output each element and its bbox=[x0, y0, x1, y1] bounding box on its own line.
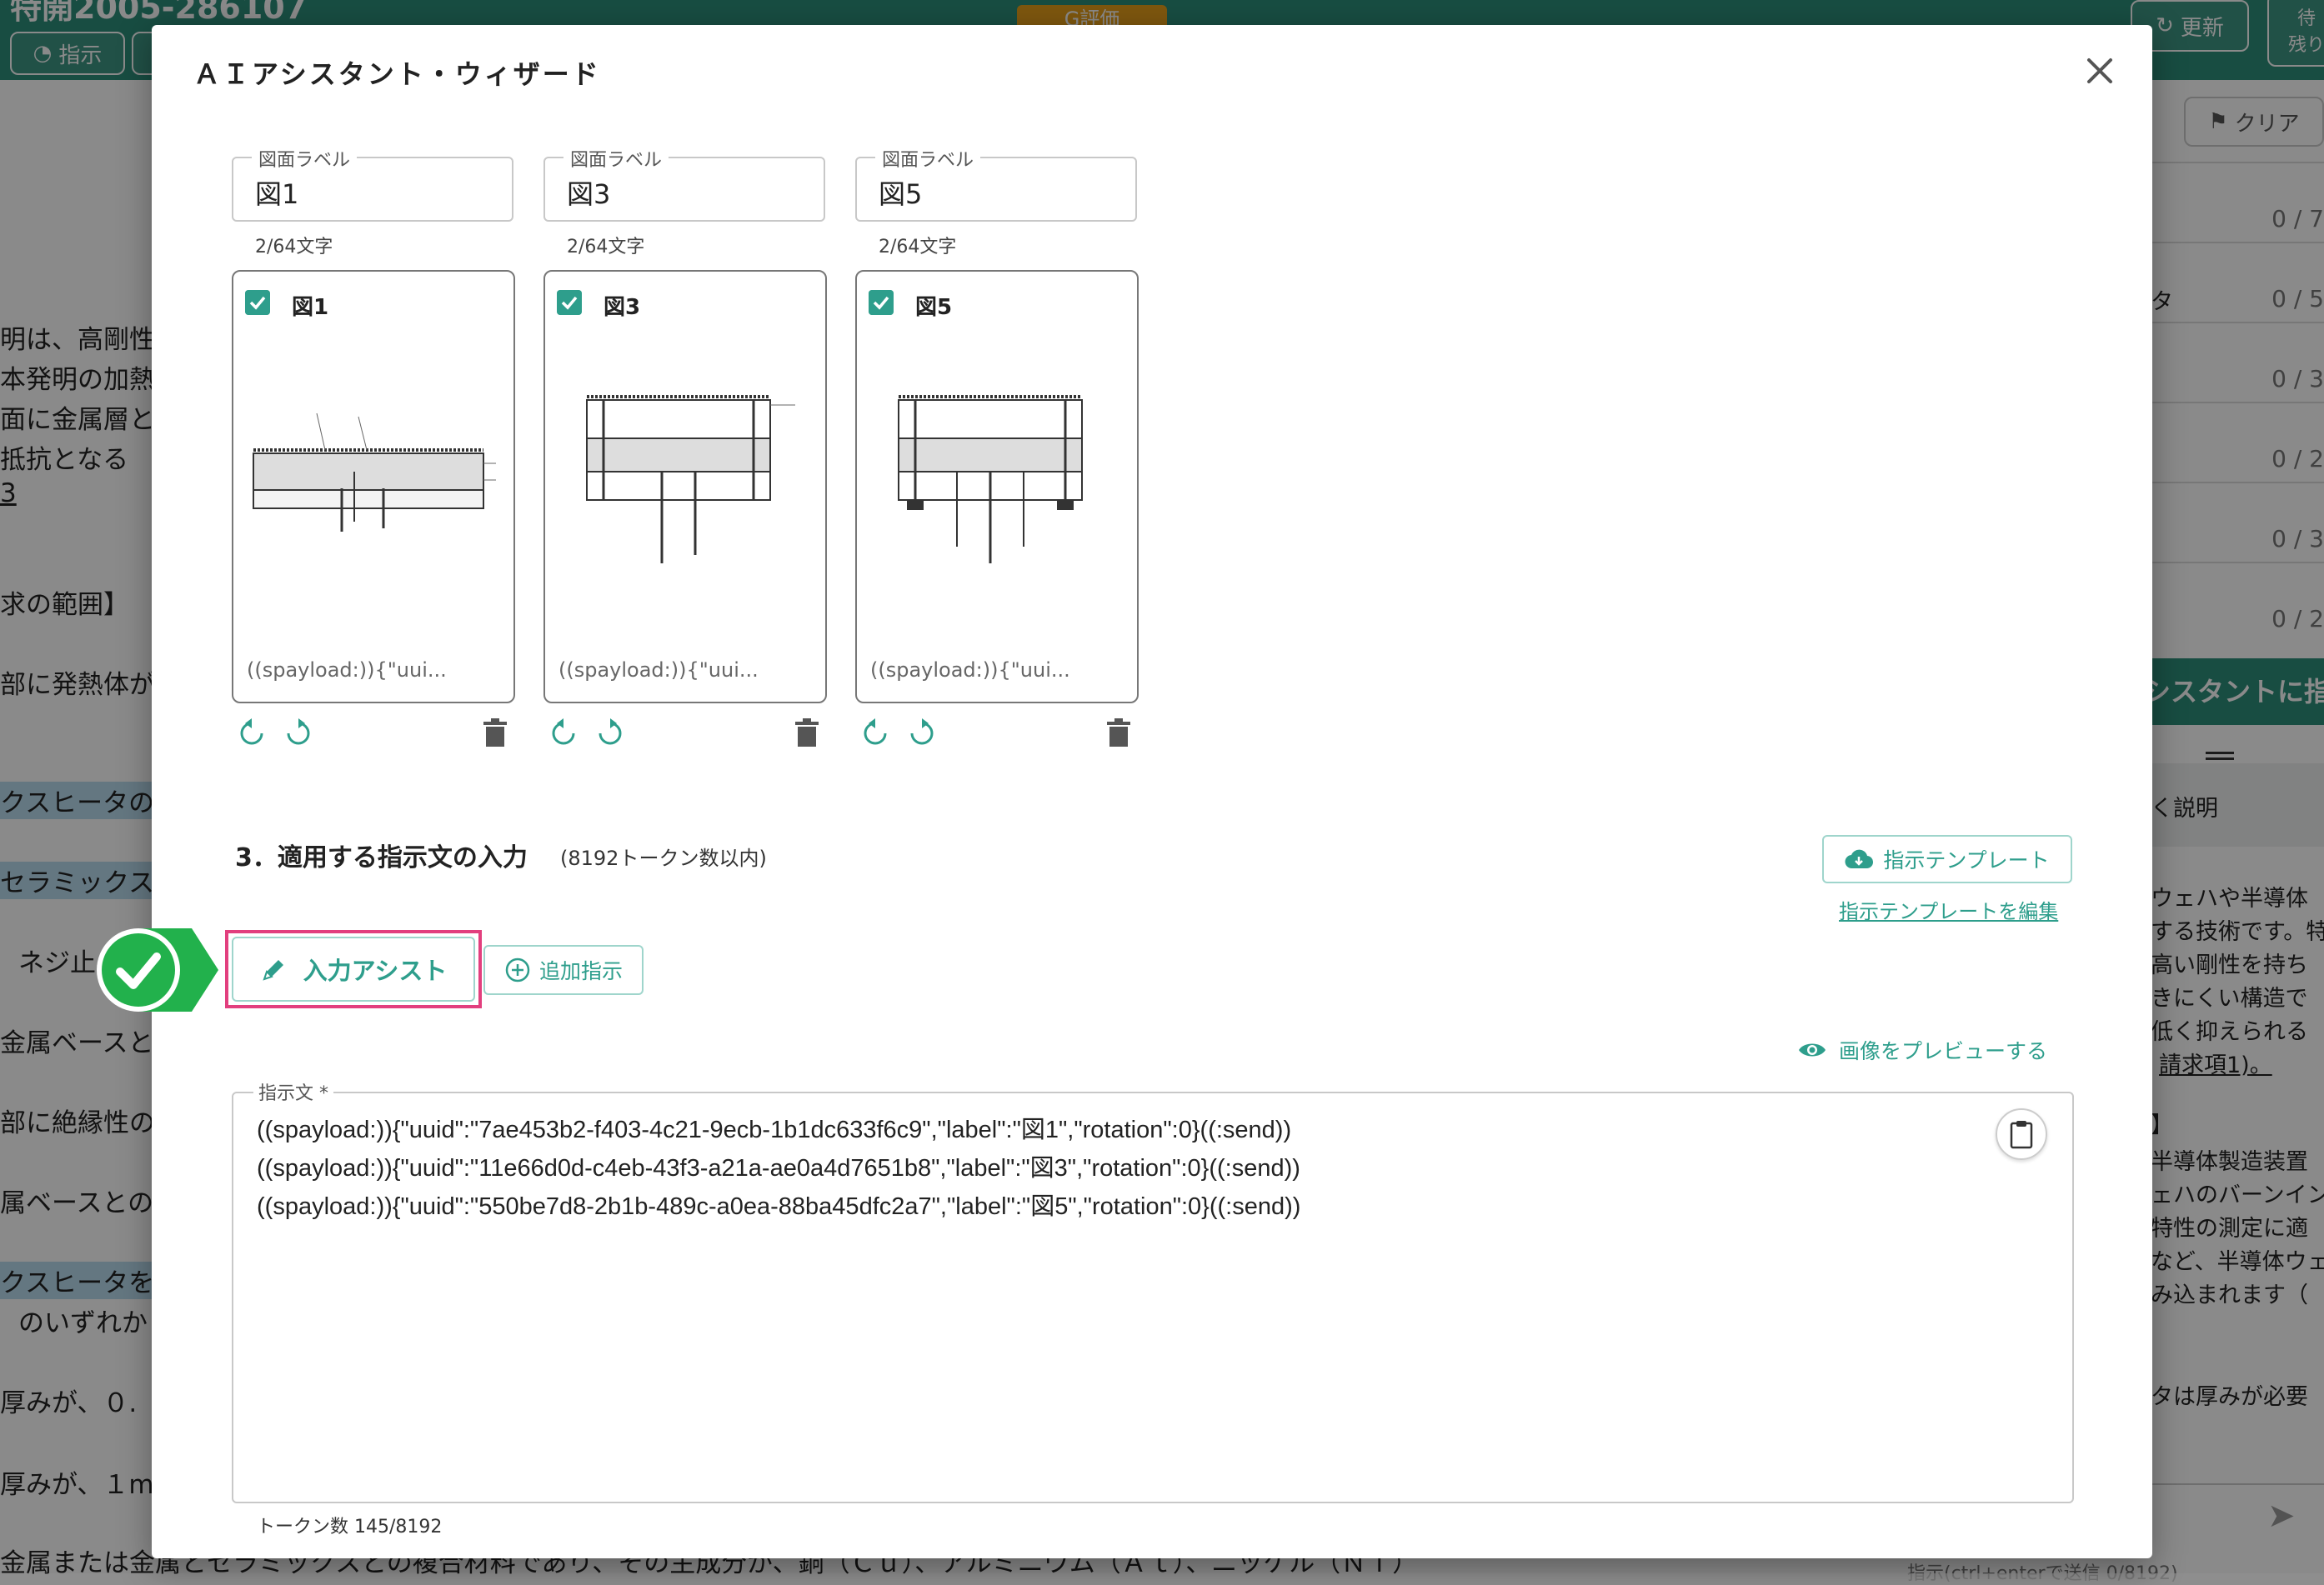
clipboard-icon bbox=[2010, 1121, 2033, 1149]
eye-icon bbox=[1799, 1043, 1826, 1057]
input-assist-button[interactable]: 入力アシスト bbox=[232, 937, 475, 1002]
edit-template-link[interactable]: 指示テンプレートを編集 bbox=[1839, 895, 2058, 924]
checkbox-checked-icon[interactable] bbox=[245, 290, 270, 315]
checkbox-checked-icon[interactable] bbox=[557, 290, 582, 315]
instruction-line: ((spayload:)){"uuid":"7ae453b2-f403-4c21… bbox=[257, 1117, 1292, 1143]
figure-label-field-1[interactable]: 図面ラベル 図1 bbox=[232, 145, 513, 222]
rotate-left-icon[interactable] bbox=[547, 717, 580, 750]
instruction-line: ((spayload:)){"uuid":"11e66d0d-c4eb-43f3… bbox=[257, 1155, 1300, 1182]
add-instruction-button[interactable]: 追加指示 bbox=[483, 945, 644, 995]
plus-circle-icon bbox=[505, 958, 530, 982]
figure-card-3[interactable]: 図3 ((spayload:)){"uui... bbox=[543, 270, 827, 703]
instruction-template-button[interactable]: 指示テンプレート bbox=[1822, 835, 2072, 883]
figure-card-5[interactable]: 図5 ((spayload:)){"uui... bbox=[855, 270, 1139, 703]
token-counter: トークン数 145/8192 bbox=[257, 1517, 443, 1538]
instruction-textarea[interactable]: 指示文 * ((spayload:)){"uuid":"7ae453b2-f40… bbox=[232, 1078, 2074, 1503]
modal-title: ＡＩアシスタント・ウィザード bbox=[193, 58, 601, 90]
clipboard-button[interactable] bbox=[1996, 1108, 2047, 1160]
patent-drawing-thumbnail bbox=[586, 395, 795, 563]
section-title: 3．適用する指示文の入力 bbox=[235, 843, 528, 872]
figure-card-1[interactable]: 図1 ((spayload:)){"uui... bbox=[232, 270, 515, 703]
close-icon[interactable] bbox=[2079, 50, 2121, 92]
figure-label-field-3[interactable]: 図面ラベル 図3 bbox=[543, 145, 825, 222]
patent-drawing-thumbnail bbox=[253, 412, 496, 532]
checkbox-checked-icon[interactable] bbox=[869, 290, 894, 315]
section-subtitle: (8192トークン数以内) bbox=[560, 847, 767, 870]
rotate-right-icon[interactable] bbox=[282, 717, 315, 750]
check-circle-icon bbox=[97, 928, 218, 1012]
instruction-line: ((spayload:)){"uuid":"550be7d8-2b1b-489c… bbox=[257, 1193, 1301, 1220]
trash-icon[interactable] bbox=[790, 717, 824, 750]
char-counter: 2/64文字 bbox=[879, 237, 957, 258]
trash-icon[interactable] bbox=[478, 717, 512, 750]
char-counter: 2/64文字 bbox=[567, 237, 645, 258]
preview-images-link[interactable]: 画像をプレビューする bbox=[1797, 1035, 2047, 1065]
trash-icon[interactable] bbox=[1102, 717, 1135, 750]
char-counter: 2/64文字 bbox=[255, 237, 333, 258]
ai-assistant-wizard-modal: ＡＩアシスタント・ウィザード 図面ラベル 図1 図面ラベル 図3 図面ラベル 図… bbox=[152, 25, 2152, 1558]
rotate-right-icon[interactable] bbox=[594, 717, 627, 750]
patent-drawing-thumbnail bbox=[898, 395, 1083, 563]
rotate-right-icon[interactable] bbox=[905, 717, 939, 750]
cloud-download-icon bbox=[1845, 849, 1874, 869]
pencil-icon bbox=[262, 960, 283, 981]
rotate-left-icon[interactable] bbox=[859, 717, 892, 750]
rotate-left-icon[interactable] bbox=[235, 717, 268, 750]
figure-label-field-5[interactable]: 図面ラベル 図5 bbox=[855, 145, 1137, 222]
